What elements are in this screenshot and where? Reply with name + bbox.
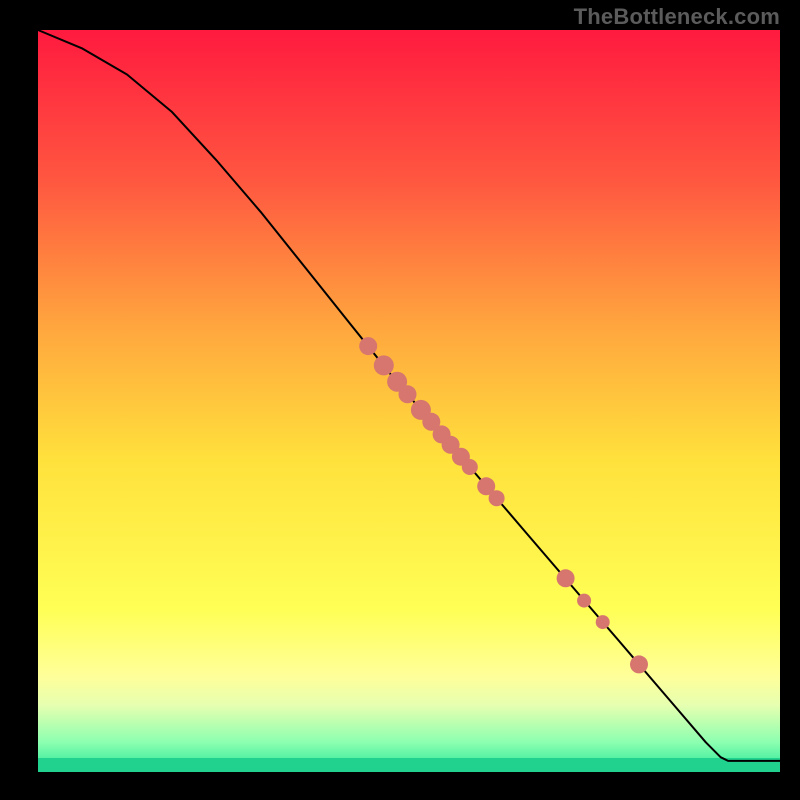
chart-stage: TheBottleneck.com bbox=[0, 0, 800, 800]
watermark-label: TheBottleneck.com bbox=[574, 4, 780, 30]
data-marker bbox=[596, 615, 610, 629]
bottleneck-chart bbox=[0, 0, 800, 800]
data-marker bbox=[399, 385, 417, 403]
data-marker bbox=[577, 594, 591, 608]
data-marker bbox=[630, 655, 648, 673]
data-marker bbox=[359, 337, 377, 355]
data-marker bbox=[374, 355, 394, 375]
data-marker bbox=[557, 569, 575, 587]
baseline-band bbox=[38, 758, 780, 772]
data-marker bbox=[489, 490, 505, 506]
data-marker bbox=[462, 459, 478, 475]
